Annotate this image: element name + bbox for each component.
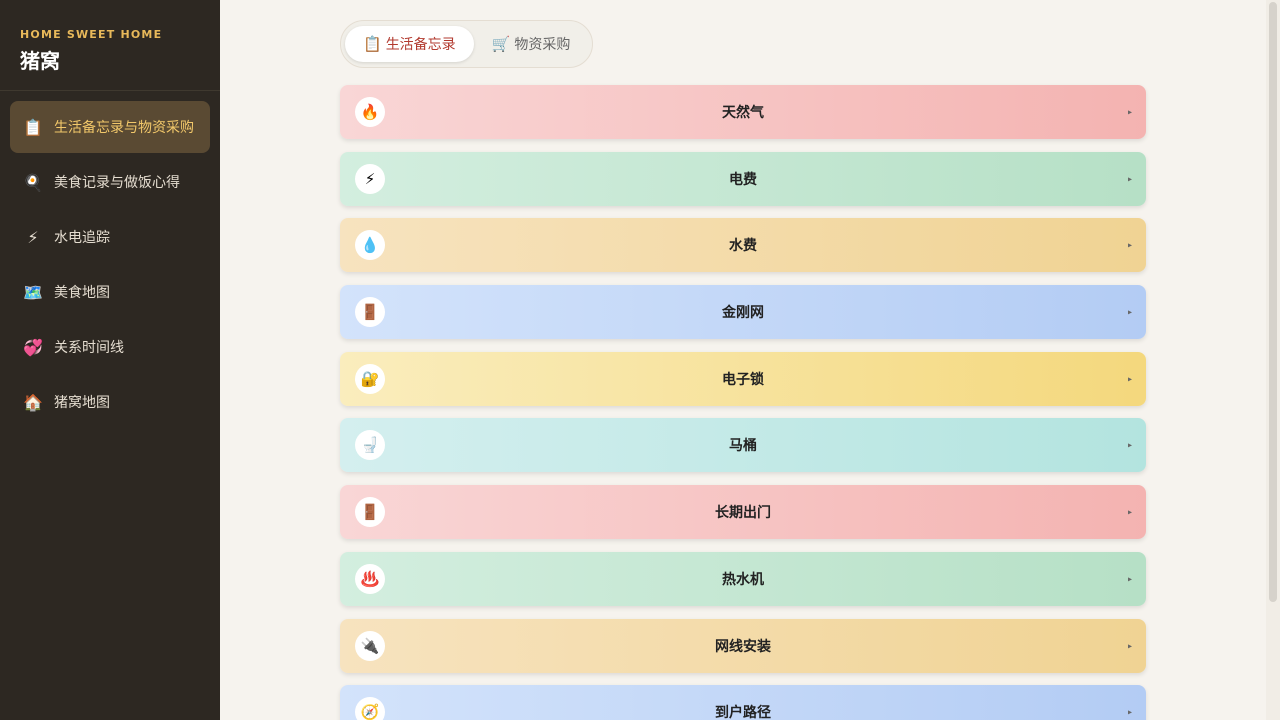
sidebar-nav: 📋 生活备忘录与物资采购 🍳 美食记录与做饭心得 ⚡ 水电追踪 🗺️ 美食地图 …: [0, 91, 220, 428]
memo-list: 🔥 天然气 ▸ ⚡ 电费 ▸ 💧 水费 ▸ 🚪 金刚网 ▸ 🔐 电子锁 ▸ 🚽 …: [340, 85, 1146, 720]
sidebar-item-memo-shopping[interactable]: 📋 生活备忘录与物资采购: [10, 101, 210, 153]
map-icon: 🗺️: [23, 282, 43, 302]
plug-icon: 🔌: [355, 630, 385, 661]
sidebar-item-label: 美食地图: [54, 285, 110, 301]
card-title: 水费: [729, 238, 757, 255]
card-title: 天然气: [722, 105, 764, 121]
brand-subtitle: HOME SWEET HOME: [20, 28, 163, 41]
expand-arrow-icon: ▸: [1127, 240, 1132, 250]
sidebar-item-label: 美食记录与做饭心得: [54, 175, 180, 191]
door-icon: 🚪: [355, 497, 385, 528]
card-title: 长期出门: [715, 505, 771, 522]
sidebar-item-food-records[interactable]: 🍳 美食记录与做饭心得: [10, 156, 210, 208]
expand-arrow-icon: ▸: [1127, 107, 1132, 117]
brand: HOME SWEET HOME 猪窝: [0, 0, 220, 91]
card-title: 电子锁: [722, 371, 764, 388]
house-icon: 🏠: [23, 392, 43, 412]
compass-icon: 🧭: [355, 697, 385, 720]
sidebar-item-home-map[interactable]: 🏠 猪窝地图: [10, 376, 210, 428]
clipboard-icon: 📋: [23, 117, 43, 137]
cart-icon: 🛒: [491, 35, 511, 53]
droplet-icon: 💧: [355, 230, 385, 261]
frying-pan-icon: 🍳: [23, 172, 43, 192]
memo-card-network-install[interactable]: 🔌 网线安装 ▸: [340, 618, 1146, 673]
card-title: 到户路径: [715, 705, 771, 720]
sidebar-item-label: 水电追踪: [54, 230, 110, 246]
lightning-icon: ⚡: [355, 163, 385, 194]
sidebar-item-food-map[interactable]: 🗺️ 美食地图: [10, 266, 210, 318]
scrollbar-thumb[interactable]: [1269, 2, 1277, 602]
lightning-icon: ⚡: [27, 227, 39, 247]
sidebar-item-label: 关系时间线: [54, 340, 124, 356]
expand-arrow-icon: ▸: [1127, 440, 1132, 450]
clipboard-icon: 📋: [363, 35, 382, 53]
expand-arrow-icon: ▸: [1127, 707, 1132, 717]
memo-card-water-heater[interactable]: ♨️ 热水机 ▸: [340, 551, 1146, 606]
toilet-icon: 🚽: [355, 430, 385, 461]
hearts-icon: 💞: [23, 337, 43, 357]
tab-memo[interactable]: 📋 生活备忘录: [345, 26, 474, 62]
tab-shopping[interactable]: 🛒 物资采购: [474, 26, 589, 62]
expand-arrow-icon: ▸: [1127, 574, 1132, 584]
card-title: 热水机: [722, 571, 764, 588]
card-title: 金刚网: [722, 305, 764, 322]
memo-card-route-home[interactable]: 🧭 到户路径 ▸: [340, 685, 1146, 720]
memo-card-toilet[interactable]: 🚽 马桶 ▸: [340, 418, 1146, 473]
lock-icon: 🔐: [355, 363, 385, 394]
card-title: 电费: [729, 171, 757, 188]
expand-arrow-icon: ▸: [1127, 507, 1132, 517]
door-frame-icon: 🚪: [355, 297, 385, 328]
sidebar-item-label: 生活备忘录与物资采购: [54, 120, 194, 136]
scrollbar[interactable]: [1266, 0, 1280, 720]
memo-card-long-trip[interactable]: 🚪 长期出门 ▸: [340, 485, 1146, 540]
memo-card-water[interactable]: 💧 水费 ▸: [340, 218, 1146, 273]
memo-card-gas[interactable]: 🔥 天然气 ▸: [340, 85, 1146, 139]
expand-arrow-icon: ▸: [1127, 307, 1132, 317]
card-title: 网线安装: [715, 638, 771, 655]
hot-springs-icon: ♨️: [355, 563, 385, 594]
sidebar-item-timeline[interactable]: 💞 关系时间线: [10, 321, 210, 373]
tab-label: 物资采购: [514, 37, 571, 53]
memo-card-security-screen[interactable]: 🚪 金刚网 ▸: [340, 285, 1146, 340]
sidebar-item-utilities[interactable]: ⚡ 水电追踪: [10, 211, 210, 263]
memo-card-smart-lock[interactable]: 🔐 电子锁 ▸: [340, 351, 1146, 406]
tab-label: 生活备忘录: [385, 37, 456, 53]
expand-arrow-icon: ▸: [1127, 174, 1132, 184]
expand-arrow-icon: ▸: [1127, 374, 1132, 384]
fire-icon: 🔥: [355, 97, 385, 127]
sidebar: HOME SWEET HOME 猪窝 📋 生活备忘录与物资采购 🍳 美食记录与做…: [0, 0, 220, 720]
memo-card-electricity[interactable]: ⚡ 电费 ▸: [340, 151, 1146, 206]
expand-arrow-icon: ▸: [1127, 641, 1132, 650]
card-title: 马桶: [729, 438, 757, 455]
brand-title: 猪窝: [20, 49, 60, 73]
sidebar-item-label: 猪窝地图: [54, 395, 110, 411]
tab-bar: 📋 生活备忘录 🛒 物资采购: [340, 20, 594, 68]
